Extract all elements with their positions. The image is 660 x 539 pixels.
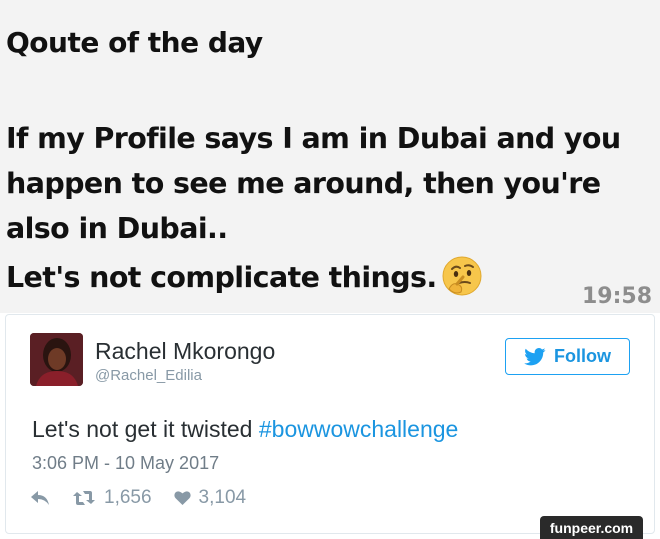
quote-last-line-text: Let's not complicate things. xyxy=(6,261,437,294)
like-count: 3,104 xyxy=(198,487,247,508)
reply-icon xyxy=(31,491,49,505)
quote-message: Qoute of the day If my Profile says I am… xyxy=(0,0,660,313)
quote-title: Qoute of the day xyxy=(6,26,263,59)
watermark: funpeer.com xyxy=(540,516,643,539)
quote-last-line: Let's not complicate things. xyxy=(6,255,656,300)
tweet-card: Rachel Mkorongo @Rachel_Edilia Follow Le… xyxy=(5,314,655,534)
retweet-icon xyxy=(73,491,95,505)
like-button[interactable]: 3,104 xyxy=(173,487,247,509)
hashtag-link[interactable]: #bowwowchallenge xyxy=(259,416,458,442)
tweet-actions: 1,656 3,104 xyxy=(30,487,246,509)
thinking-face-icon xyxy=(441,255,483,297)
avatar[interactable] xyxy=(30,333,83,386)
quote-line: also in Dubai.. xyxy=(6,212,228,245)
quote-line: If my Profile says I am in Dubai and you xyxy=(6,122,621,155)
tweet-timestamp[interactable]: 3:06 PM - 10 May 2017 xyxy=(32,453,219,474)
reply-button[interactable] xyxy=(30,490,50,506)
tweet-text: Let's not get it twisted #bowwowchalleng… xyxy=(32,416,458,443)
twitter-bird-icon xyxy=(524,347,546,365)
message-timestamp: 19:58 xyxy=(581,284,652,309)
tweet-body: Let's not get it twisted xyxy=(32,416,259,442)
quote-line: happen to see me around, then you're xyxy=(6,167,601,200)
follow-button[interactable]: Follow xyxy=(505,338,630,375)
heart-icon xyxy=(173,491,191,505)
retweet-count: 1,656 xyxy=(104,487,152,508)
author-handle[interactable]: @Rachel_Edilia xyxy=(95,367,202,384)
retweet-button[interactable]: 1,656 xyxy=(72,487,152,509)
author-name[interactable]: Rachel Mkorongo xyxy=(95,338,275,365)
follow-label: Follow xyxy=(554,346,611,366)
quote-body: If my Profile says I am in Dubai and you… xyxy=(6,116,656,300)
